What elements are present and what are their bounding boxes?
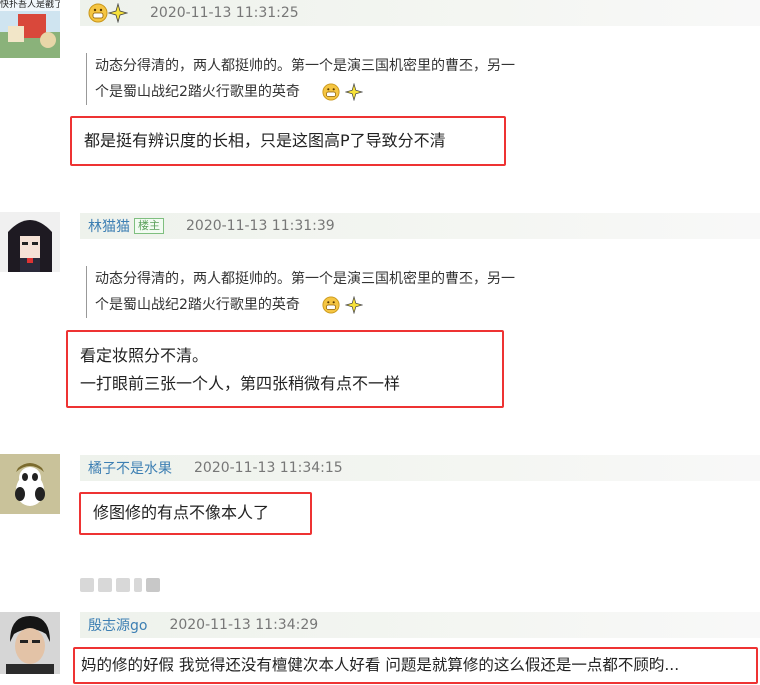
reply-text: 妈的修的好假 我觉得还没有檀健次本人好看 问题是就算修的这么假还是一点都不顾昀.… xyxy=(81,656,680,674)
redacted-content xyxy=(80,578,160,592)
quote-line: 动态分得清的，两人都挺帅的。第一个是演三国机密里的曹丕，另一 xyxy=(95,271,515,287)
comment-meta: 林猫猫 楼主 2020-11-13 11:31:39 xyxy=(80,213,760,239)
reply-text: 修图修的有点不像本人了 xyxy=(93,503,270,522)
comment-meta: 2020-11-13 11:31:25 xyxy=(80,0,760,26)
grin-emoji-icon xyxy=(322,296,340,314)
quoted-comment: 动态分得清的，两人都挺帅的。第一个是演三国机密里的曹丕，另一 个是蜀山战纪2踏火… xyxy=(86,266,615,318)
comment-time: 2020-11-13 11:34:15 xyxy=(194,460,343,476)
quote-line: 个是蜀山战纪2踏火行歌里的英奇 xyxy=(95,297,300,313)
sparkle-emoji-icon xyxy=(344,296,363,314)
reply-text: 一打眼前三张一个人，第四张稍微有点不一样 xyxy=(80,374,401,393)
sparkle-emoji-icon xyxy=(108,3,128,23)
comment-time: 2020-11-13 11:34:29 xyxy=(169,617,319,633)
quote-line-with-emoji: 个是蜀山战纪2踏火行歌里的英奇 xyxy=(95,79,615,105)
highlighted-reply: 修图修的有点不像本人了 xyxy=(79,492,312,535)
grin-emoji-icon xyxy=(322,83,340,101)
username-link[interactable]: 林猫猫 xyxy=(88,216,130,236)
op-badge: 楼主 xyxy=(134,218,164,234)
quoted-comment: 动态分得清的，两人都挺帅的。第一个是演三国机密里的曹丕，另一 个是蜀山战纪2踏火… xyxy=(86,53,615,105)
highlighted-reply: 都是挺有辨识度的长相，只是这图高P了导致分不清 xyxy=(70,116,506,166)
highlighted-reply: 妈的修的好假 我觉得还没有檀健次本人好看 问题是就算修的这么假还是一点都不顾昀.… xyxy=(73,647,758,684)
username-link[interactable]: 殷志源go xyxy=(88,615,147,635)
username-link[interactable]: 橘子不是水果 xyxy=(88,458,172,478)
avatar-image xyxy=(0,454,60,514)
avatar[interactable] xyxy=(0,454,60,514)
avatar[interactable]: 快扑吾人是戳了 xyxy=(0,0,60,58)
comment-meta: 橘子不是水果 2020-11-13 11:34:15 xyxy=(80,455,760,481)
comment-time: 2020-11-13 11:31:39 xyxy=(186,218,335,234)
reply-text: 看定妆照分不清。 xyxy=(80,346,209,365)
comment-meta: 殷志源go 2020-11-13 11:34:29 xyxy=(80,612,760,638)
sparkle-emoji-icon xyxy=(344,83,363,101)
quote-line: 个是蜀山战纪2踏火行歌里的英奇 xyxy=(95,84,300,100)
avatar-caption: 快扑吾人是戳了 xyxy=(0,0,60,11)
comment-time: 2020-11-13 11:31:25 xyxy=(150,5,299,21)
avatar-image xyxy=(0,212,60,272)
grin-emoji-icon xyxy=(88,3,108,23)
avatar-image xyxy=(0,612,60,674)
avatar[interactable] xyxy=(0,612,60,674)
highlighted-reply: 看定妆照分不清。 一打眼前三张一个人，第四张稍微有点不一样 xyxy=(66,330,504,408)
reply-text: 都是挺有辨识度的长相，只是这图高P了导致分不清 xyxy=(84,131,446,150)
quote-line-with-emoji: 个是蜀山战纪2踏火行歌里的英奇 xyxy=(95,292,615,318)
avatar[interactable] xyxy=(0,212,60,272)
quote-line: 动态分得清的，两人都挺帅的。第一个是演三国机密里的曹丕，另一 xyxy=(95,58,515,74)
